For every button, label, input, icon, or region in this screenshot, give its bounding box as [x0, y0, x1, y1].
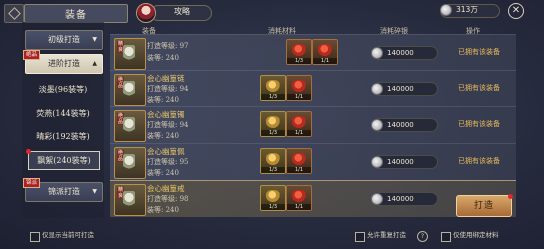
silver-cost: 140000 [371, 155, 438, 169]
show-craftable-checkbox[interactable] [30, 232, 40, 242]
forge-level: 打造等级: 95 [147, 158, 189, 166]
owned-status: 已拥有该装备 [458, 157, 500, 165]
silver-cost: 140000 [371, 46, 438, 60]
material-icon[interactable]: 1/3 [286, 39, 312, 65]
allow-repeat-checkbox[interactable] [355, 232, 365, 242]
equipment-name: 会心幽篁链 [147, 74, 185, 83]
silver-cost: 140000 [371, 192, 438, 206]
table-row[interactable]: 精良 打造等级: 97 装等: 240 1/3 1/1 140000 已拥有该装… [110, 34, 516, 71]
sidebar-item-sect-forge[interactable]: 锦派 锦派打造 ▼ [23, 178, 103, 202]
material-icon[interactable]: 1/3 [260, 111, 286, 137]
equipment-name: 会心幽篁镯 [147, 110, 185, 119]
sidebar-item-label: 进阶打造 [48, 59, 80, 68]
forge-level: 打造等级: 94 [147, 85, 189, 93]
silver-coin-icon [440, 4, 452, 16]
grade-badge: 绝品 [23, 50, 41, 60]
material-icon[interactable]: 1/1 [286, 111, 312, 137]
close-icon[interactable]: ✕ [508, 3, 524, 19]
allow-repeat-label: 允许重复打造 [367, 231, 406, 239]
sidebar-item-yingyan[interactable]: 荧燕(144装等) [28, 105, 98, 122]
equipment-name: 会心幽篁佩 [147, 147, 185, 156]
material-icon[interactable]: 1/1 [286, 75, 312, 101]
owned-status: 已拥有该装备 [458, 84, 500, 92]
material-icon[interactable]: 1/3 [260, 185, 286, 211]
material-icon[interactable]: 1/3 [260, 75, 286, 101]
help-icon[interactable]: ? [417, 231, 428, 242]
table-row[interactable]: 绝品 会心幽篁佩 打造等级: 95 装等: 240 1/3 1/1 140000… [110, 143, 516, 180]
silver-cost: 140000 [371, 82, 438, 96]
table-row[interactable]: 绝品 会心幽篁镯 打造等级: 94 装等: 240 1/3 1/1 140000… [110, 106, 516, 143]
silver-coin-icon [371, 119, 383, 131]
sidebar-item-danmo[interactable]: 淡墨(96装等) [28, 81, 98, 98]
equip-level: 装等: 240 [147, 54, 179, 62]
forge-level: 打造等级: 97 [147, 42, 189, 50]
chevron-down-icon: ▼ [92, 36, 97, 43]
forge-level: 打造等级: 94 [147, 121, 189, 129]
equipment-icon: 精良 [114, 38, 146, 70]
avatar [136, 3, 156, 23]
equipment-icon: 绝品 [114, 147, 146, 179]
show-craftable-label: 仅显示当前可打造 [42, 231, 94, 239]
sidebar-item-qingcai[interactable]: 晴彩(192装等) [28, 128, 98, 145]
silver-coin-icon [371, 47, 383, 59]
chevron-down-icon: ▼ [92, 188, 97, 195]
equipment-name: 会心幽篁戒 [147, 184, 185, 193]
material-icon[interactable]: 1/3 [260, 148, 286, 174]
back-icon[interactable] [4, 4, 24, 23]
owned-status: 已拥有该装备 [458, 48, 500, 56]
material-icon[interactable]: 1/1 [286, 185, 312, 211]
equipment-icon: 精良 [114, 184, 146, 216]
equip-level: 装等: 240 [147, 132, 179, 140]
sidebar-item-label: 初级打造 [48, 35, 80, 44]
sidebar-item-label: 飘絮(240装等) [37, 156, 91, 165]
use-bound-label: 仅使用绑定材料 [453, 231, 499, 239]
equip-level: 装等: 240 [147, 96, 179, 104]
silver-cost: 140000 [371, 118, 438, 132]
silver-coin-icon [371, 156, 383, 168]
sidebar-item-basic-forge[interactable]: 初级打造 ▼ [25, 30, 103, 50]
page-title-tab: 装备 [24, 4, 128, 23]
forge-button-label: 打造 [473, 201, 494, 211]
use-bound-checkbox[interactable] [441, 232, 451, 242]
grade-badge: 锦派 [23, 178, 41, 188]
sidebar-item-advanced-forge[interactable]: 绝品 进阶打造 ▲ [23, 50, 103, 74]
guide-label: 攻略 [174, 7, 190, 16]
chevron-up-icon: ▲ [92, 60, 97, 67]
owned-status: 已拥有该装备 [458, 120, 500, 128]
equip-level: 装等: 240 [147, 206, 179, 214]
currency-amount: 313万 [456, 5, 478, 14]
equipment-icon: 绝品 [114, 110, 146, 142]
material-icon[interactable]: 1/1 [312, 39, 338, 65]
silver-coin-icon [371, 83, 383, 95]
silver-coin-icon [371, 193, 383, 205]
sidebar-item-piaoxu[interactable]: 飘絮(240装等) [26, 149, 100, 170]
material-icon[interactable]: 1/1 [286, 148, 312, 174]
forge-button[interactable]: 打造 [456, 194, 513, 217]
sidebar-item-label: 锦派打造 [48, 187, 80, 196]
forge-level: 打造等级: 98 [147, 195, 189, 203]
table-row[interactable]: 绝品 会心幽篁链 打造等级: 94 装等: 240 1/3 1/1 140000… [110, 70, 516, 107]
notification-dot [508, 194, 513, 199]
equipment-icon: 绝品 [114, 74, 146, 106]
notification-dot [26, 149, 31, 154]
equip-level: 装等: 240 [147, 169, 179, 177]
